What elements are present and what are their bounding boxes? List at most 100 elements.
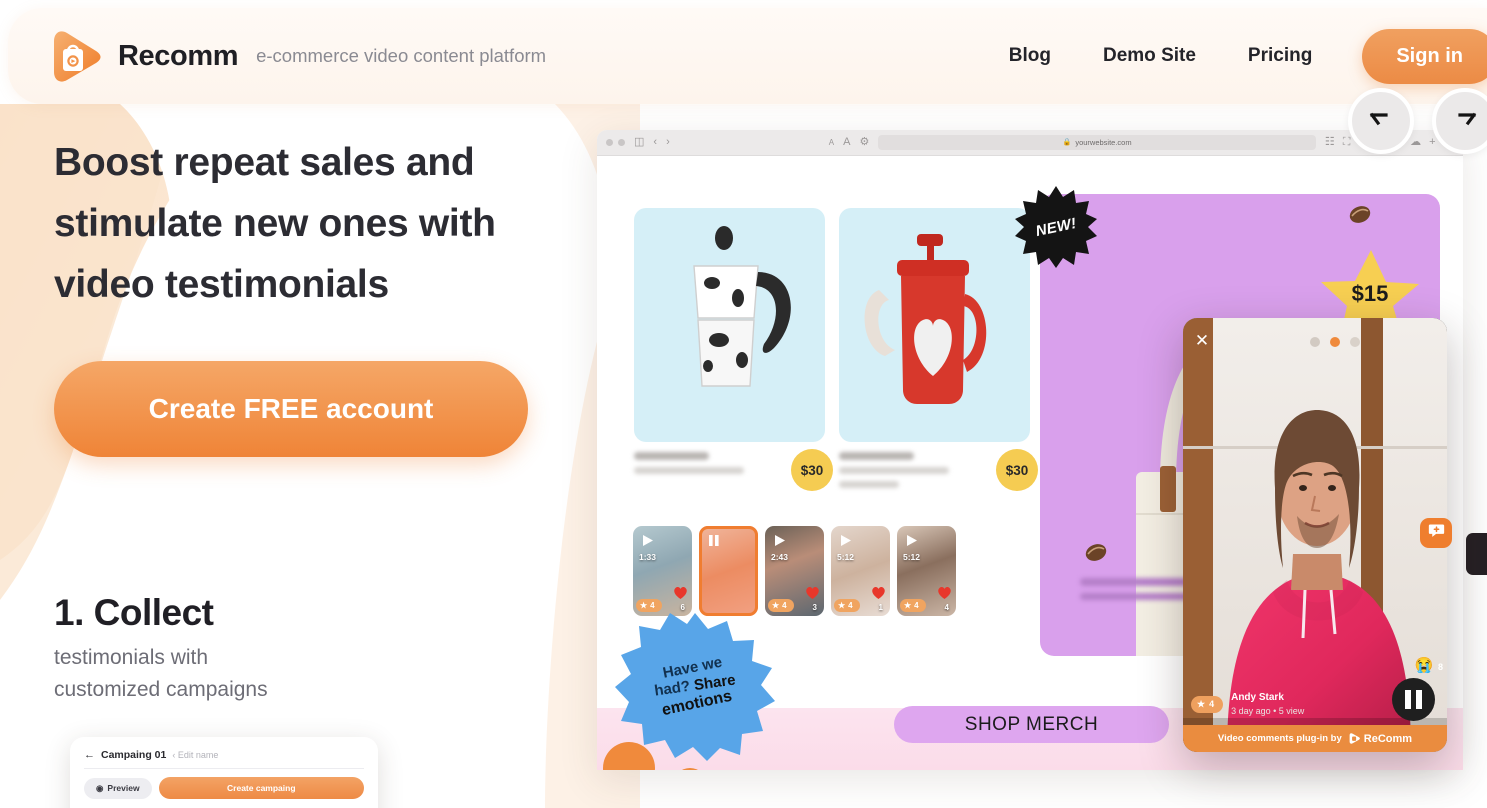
hero-title-line-1: Boost repeat sales and xyxy=(54,141,475,184)
text-size-large-icon[interactable]: A xyxy=(843,137,850,148)
brand-logo[interactable]: Recomm e-commerce video content platform xyxy=(46,27,546,85)
heart-icon[interactable] xyxy=(936,584,953,600)
sidebar-icon[interactable]: ◫ xyxy=(634,137,644,148)
recomm-brand-mark[interactable]: ReComm xyxy=(1348,732,1412,745)
video-thumbnail[interactable]: 1:33 ★ 4 6 xyxy=(633,526,692,616)
window-dot xyxy=(618,139,625,146)
campaign-title: Campaing 01 xyxy=(101,749,167,761)
product-card[interactable]: $30 xyxy=(839,208,1038,495)
eye-icon: ◉ xyxy=(96,782,104,793)
product-price: $30 xyxy=(791,449,833,491)
product-image-moka-pot xyxy=(634,208,825,442)
share-emotions-badge: Have we had? Share emotions xyxy=(615,611,775,761)
video-duration: 5:12 xyxy=(837,552,855,562)
star-icon: ★ xyxy=(640,601,648,610)
browser-toolbar: ◫ ‹ › A A ⚙ 🔒 yourwebsite.com ☷ ⛶ ⏱ ☆ ⇱ … xyxy=(597,130,1463,156)
plugin-attribution-bar: Video comments plug-in by ReComm xyxy=(1183,725,1447,752)
star-icon: ★ xyxy=(772,601,780,610)
chat-plus-icon xyxy=(1428,522,1445,544)
cry-emoji-icon: 😭 xyxy=(1414,657,1434,674)
chat-plus-button[interactable] xyxy=(1420,518,1452,548)
heart-icon[interactable] xyxy=(870,584,887,600)
preview-button[interactable]: ◉ Preview xyxy=(84,777,152,799)
star-icon: ★ xyxy=(1197,698,1206,709)
product-name-redacted xyxy=(839,452,914,460)
recomm-brand-label: ReComm xyxy=(1363,732,1413,745)
pause-bar xyxy=(1416,690,1422,709)
divider xyxy=(84,768,364,769)
page-title: Boost repeat sales and stimulate new one… xyxy=(54,132,574,315)
play-icon[interactable] xyxy=(903,532,920,549)
extension-icon[interactable]: ☷ xyxy=(1325,137,1335,148)
chevron-left-icon[interactable]: ‹ xyxy=(653,137,657,148)
main-navigation: Blog Demo Site Pricing Sign in xyxy=(983,28,1487,84)
product-desc-redacted xyxy=(634,467,744,474)
side-panel-tab[interactable] xyxy=(1466,533,1487,575)
back-arrow-icon[interactable]: ← xyxy=(84,749,95,761)
video-thumbnail[interactable]: 2:43 ★ 4 3 xyxy=(765,526,824,616)
product-image-french-press xyxy=(839,208,1030,442)
video-like-count: 1 xyxy=(878,603,883,612)
create-campaign-button[interactable]: Create campaing xyxy=(158,777,364,799)
play-icon[interactable] xyxy=(837,532,854,549)
heart-icon[interactable] xyxy=(804,584,821,600)
plugin-attribution-text: Video comments plug-in by xyxy=(1217,733,1342,744)
coffee-bean-icon xyxy=(1349,204,1371,225)
product-card[interactable]: $30 xyxy=(634,208,833,495)
text-size-small-icon[interactable]: A xyxy=(829,138,834,147)
lock-icon: 🔒 xyxy=(1062,139,1072,146)
shopping-bag-play-icon xyxy=(46,27,104,85)
video-thumbnail[interactable]: 5:12 ★ 4 4 xyxy=(897,526,956,616)
create-free-account-button[interactable]: Create FREE account xyxy=(54,361,528,457)
merch-name-redacted xyxy=(1080,578,1200,586)
preview-label: Preview xyxy=(107,783,140,793)
video-author-name: Andy Stark xyxy=(1231,692,1284,704)
arrow-left-icon xyxy=(1368,106,1394,137)
nav-link-demo-site[interactable]: Demo Site xyxy=(1077,35,1222,77)
carousel-prev-button[interactable] xyxy=(1348,88,1414,154)
starburst-shape xyxy=(615,613,775,761)
video-thumbnail-active[interactable] xyxy=(699,526,758,616)
chevron-right-icon[interactable]: › xyxy=(666,137,670,148)
campaign-card-header: ← Campaing 01 ‹ Edit name xyxy=(84,749,364,761)
new-badge: NEW! xyxy=(1015,186,1097,268)
campaign-edit-name-link[interactable]: ‹ Edit name xyxy=(172,750,218,760)
carousel-controls xyxy=(1348,88,1487,154)
play-icon[interactable] xyxy=(639,532,656,549)
carousel-next-button[interactable] xyxy=(1432,88,1487,154)
nav-link-pricing[interactable]: Pricing xyxy=(1222,35,1338,77)
brand-tagline: e-commerce video content platform xyxy=(256,45,547,66)
step-title: 1. Collect xyxy=(54,592,214,633)
step-subtitle-line-2: customized campaigns xyxy=(54,678,268,701)
step-subtitle: testimonials with customized campaigns xyxy=(54,642,484,706)
video-thumbnail-strip: 1:33 ★ 4 6 2:43 ★ 4 3 5:12 ★ 4 1 5:12 ★ … xyxy=(633,526,956,616)
nav-link-blog[interactable]: Blog xyxy=(983,35,1077,77)
starburst-shape xyxy=(1015,186,1097,268)
shop-merch-button[interactable]: SHOP MERCH xyxy=(894,706,1169,743)
product-price: $30 xyxy=(996,449,1038,491)
coffee-bean-icon xyxy=(1085,542,1107,563)
campaign-editor-card: ← Campaing 01 ‹ Edit name ◉ Preview Crea… xyxy=(70,737,378,808)
arrow-right-icon xyxy=(1452,106,1478,137)
play-icon[interactable] xyxy=(771,532,788,549)
address-bar[interactable]: 🔒 yourwebsite.com xyxy=(878,135,1316,150)
video-like-count: 3 xyxy=(812,603,817,612)
gear-icon[interactable]: ⚙ xyxy=(859,137,869,148)
close-icon[interactable]: ✕ xyxy=(1191,329,1213,351)
heart-icon[interactable] xyxy=(672,584,689,600)
product-meta: $30 xyxy=(634,449,833,491)
video-meta: 3 day ago • 5 view xyxy=(1231,705,1305,716)
product-desc-redacted xyxy=(839,467,949,474)
video-testimonial-popup: ✕ ★ 4 Andy Stark 3 day ago • 5 view 😭 8 … xyxy=(1183,318,1447,752)
step-collect-section: 1. Collect testimonials with customized … xyxy=(54,592,484,706)
pause-bar xyxy=(1405,690,1411,709)
reaction-counter[interactable]: 😭 8 xyxy=(1415,657,1443,675)
sign-in-button[interactable]: Sign in xyxy=(1362,28,1487,84)
star-icon: ★ xyxy=(904,601,912,610)
video-pause-button[interactable] xyxy=(1392,678,1435,721)
step-subtitle-line-1: testimonials with xyxy=(54,646,209,669)
pause-icon[interactable] xyxy=(705,532,722,549)
window-dot xyxy=(606,139,613,146)
video-duration: 2:43 xyxy=(771,552,789,562)
video-thumbnail[interactable]: 5:12 ★ 4 1 xyxy=(831,526,890,616)
